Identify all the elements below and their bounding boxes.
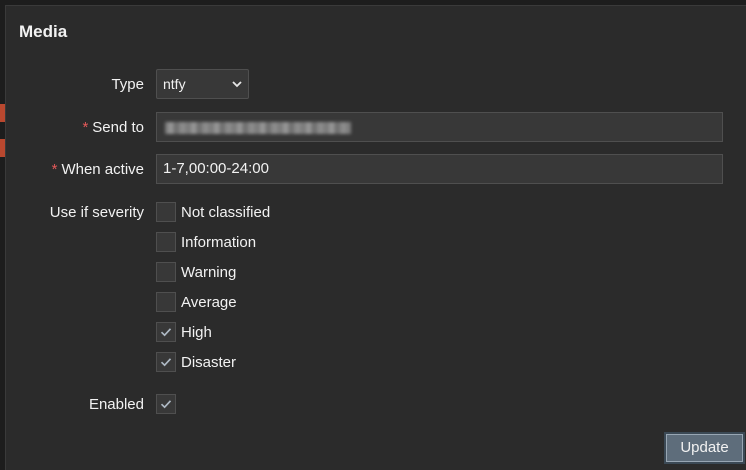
when-active-input[interactable]: 1-7,00:00-24:00 — [156, 154, 723, 184]
send-to-input[interactable] — [156, 112, 723, 142]
required-mark: * — [51, 161, 58, 178]
enabled-checkbox[interactable] — [156, 394, 176, 414]
send-to-label: * Send to — [82, 119, 144, 136]
media-dialog: Media Type ntfy * Send to * When active 1-… — [5, 5, 746, 470]
obscured-value — [165, 122, 351, 134]
severity-option-high: High — [156, 322, 212, 342]
severity-option-label: Disaster — [181, 353, 237, 371]
update-button[interactable]: Update — [664, 432, 745, 464]
when-active-value: 1-7,00:00-24:00 — [163, 160, 269, 177]
checkmark-icon — [160, 328, 172, 337]
severity-checkbox-information[interactable] — [156, 232, 176, 252]
severity-option-warning: Warning — [156, 262, 236, 282]
type-label: Type — [111, 76, 144, 93]
severity-label: Use if severity — [49, 204, 144, 221]
type-select[interactable]: ntfy — [156, 69, 249, 99]
checkmark-icon — [160, 400, 172, 409]
severity-option-not-classified: Not classified — [156, 202, 270, 222]
severity-option-label: Warning — [181, 263, 237, 281]
severity-option-average: Average — [156, 292, 237, 312]
checkmark-icon — [160, 358, 172, 367]
severity-checkbox-average[interactable] — [156, 292, 176, 312]
severity-checkbox-warning[interactable] — [156, 262, 176, 282]
required-mark: * — [82, 119, 89, 136]
severity-checkbox-not-classified[interactable] — [156, 202, 176, 222]
chevron-down-icon — [232, 81, 242, 88]
severity-option-label: High — [181, 323, 212, 341]
enabled-row — [156, 394, 176, 414]
severity-checkbox-disaster[interactable] — [156, 352, 176, 372]
enabled-label: Enabled — [88, 396, 144, 413]
severity-checkbox-high[interactable] — [156, 322, 176, 342]
type-select-value: ntfy — [163, 76, 186, 92]
severity-option-label: Average — [181, 293, 237, 311]
when-active-label: * When active — [51, 161, 144, 178]
severity-option-label: Information — [181, 233, 257, 251]
severity-option-information: Information — [156, 232, 256, 252]
severity-option-label: Not classified — [181, 203, 271, 221]
severity-option-disaster: Disaster — [156, 352, 236, 372]
dialog-title: Media — [19, 22, 68, 41]
